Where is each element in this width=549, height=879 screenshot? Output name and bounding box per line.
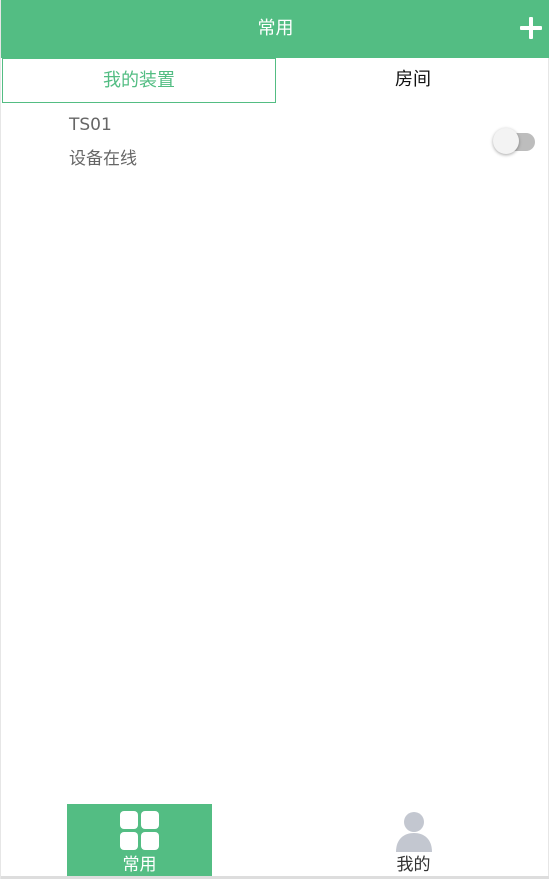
app-screen: 常用 我的装置 房间 TS01 设备在线 常用 我的 — [0, 0, 549, 879]
grid-cell — [120, 811, 138, 829]
grid-cell — [141, 811, 159, 829]
nav-label-home: 常用 — [122, 855, 157, 875]
person-icon — [394, 810, 434, 852]
device-power-switch[interactable] — [493, 128, 537, 154]
person-icon-svg — [396, 812, 432, 852]
nav-label-me: 我的 — [396, 855, 431, 875]
grid-cell — [120, 832, 138, 850]
add-button[interactable] — [518, 15, 544, 41]
grid-cell — [141, 832, 159, 850]
device-name: TS01 — [69, 115, 112, 135]
bottom-navigation: 常用 我的 — [1, 804, 549, 879]
nav-item-me[interactable]: 我的 — [341, 804, 486, 876]
top-bar: 常用 — [1, 0, 549, 58]
nav-item-home[interactable]: 常用 — [67, 804, 212, 876]
page-title: 常用 — [257, 18, 294, 39]
tab-my-devices[interactable]: 我的装置 — [2, 58, 276, 103]
device-status: 设备在线 — [69, 149, 137, 169]
switch-thumb — [493, 128, 519, 154]
device-list-item[interactable]: TS01 设备在线 — [1, 103, 549, 178]
tab-bar: 我的装置 房间 — [1, 58, 549, 103]
tab-rooms[interactable]: 房间 — [276, 58, 549, 103]
plus-icon-stroke — [529, 17, 533, 39]
grid-icon — [120, 811, 160, 851]
